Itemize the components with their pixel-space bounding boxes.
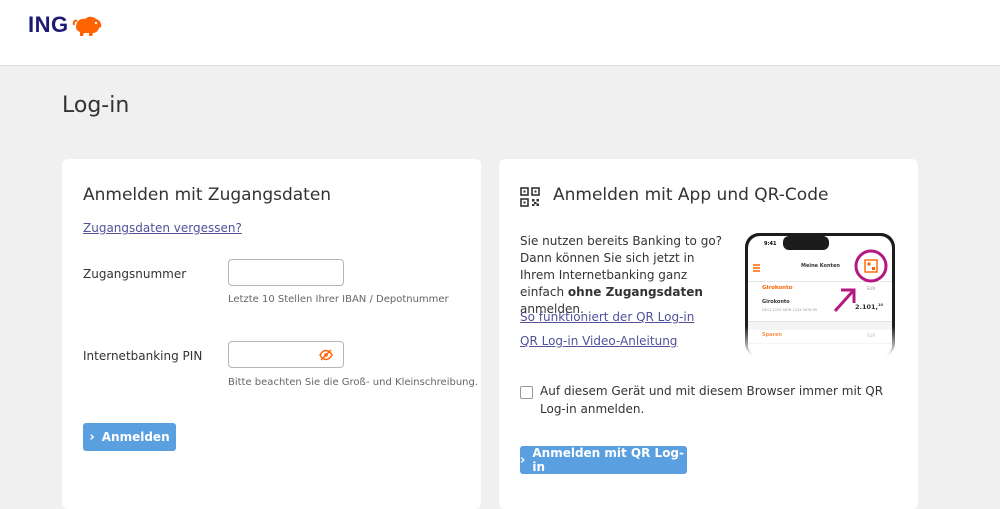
phone-section-savings: Sparen — [762, 332, 782, 338]
lion-icon — [72, 16, 101, 36]
phone-illustration — [745, 233, 895, 357]
chevron-right-icon: › — [520, 452, 526, 468]
top-navigation-bar: ING — [0, 0, 1000, 66]
phone-balance-main: 2.101, — [855, 303, 879, 312]
phone-balance-cents: 10 — [878, 303, 883, 307]
qr-card-title: Anmelden mit App und QR-Code — [553, 185, 829, 205]
eye-off-icon[interactable] — [319, 349, 333, 361]
phone-section-giro: Girokonto — [762, 285, 793, 291]
logo-text: ING — [28, 12, 69, 37]
access-number-hint: Letzte 10 Stellen Ihrer IBAN / Depotnumm… — [228, 294, 449, 305]
phone-section-savings-currency: EUR — [867, 333, 876, 338]
page-title: Log-in — [62, 93, 130, 118]
how-it-works-link[interactable]: So funktioniert der QR Log-in — [520, 310, 694, 324]
credentials-card-title: Anmelden mit Zugangsdaten — [83, 185, 332, 205]
remember-qr-checkbox-label[interactable]: Auf diesem Gerät und mit diesem Browser … — [540, 382, 885, 418]
phone-section-giro-currency: EUR — [867, 286, 876, 291]
qr-login-button-label: Anmelden mit QR Log-in — [532, 446, 685, 474]
phone-app-preview: 9:41 Meine Konten Girokonto EUR Girokont… — [745, 233, 895, 357]
access-number-input[interactable] — [228, 259, 344, 286]
qr-code-icon — [520, 187, 540, 207]
phone-account-name: Girokonto — [762, 299, 790, 305]
video-guide-link[interactable]: QR Log-in Video-Anleitung — [520, 334, 677, 348]
qr-login-card: Anmelden mit App und QR-Code Sie nutzen … — [499, 159, 918, 509]
login-button-label: Anmelden — [101, 430, 170, 444]
phone-account-iban: DE12 1234 5678 1234 5678 90 — [762, 308, 818, 312]
ing-logo[interactable]: ING — [28, 12, 104, 38]
forgot-credentials-link[interactable]: Zugangsdaten vergessen? — [83, 221, 242, 235]
phone-account-balance: 2.101,10 — [855, 303, 883, 311]
qr-description-bold: ohne Zugangsdaten — [567, 285, 703, 299]
pin-input[interactable] — [228, 341, 344, 368]
phone-header: Meine Konten — [801, 263, 840, 269]
phone-time: 9:41 — [764, 241, 777, 247]
remember-qr-checkbox[interactable] — [520, 386, 533, 399]
login-button[interactable]: › Anmelden — [83, 423, 176, 451]
qr-login-button[interactable]: › Anmelden mit QR Log-in — [520, 446, 687, 474]
credentials-login-card: Anmelden mit Zugangsdaten Zugangsdaten v… — [62, 159, 481, 509]
qr-description: Sie nutzen bereits Banking to go? Dann k… — [520, 233, 725, 318]
access-number-label: Zugangsnummer — [83, 267, 187, 281]
chevron-right-icon: › — [89, 429, 95, 445]
pin-label: Internetbanking PIN — [83, 349, 203, 363]
pin-hint: Bitte beachten Sie die Groß- und Kleinsc… — [228, 377, 479, 388]
